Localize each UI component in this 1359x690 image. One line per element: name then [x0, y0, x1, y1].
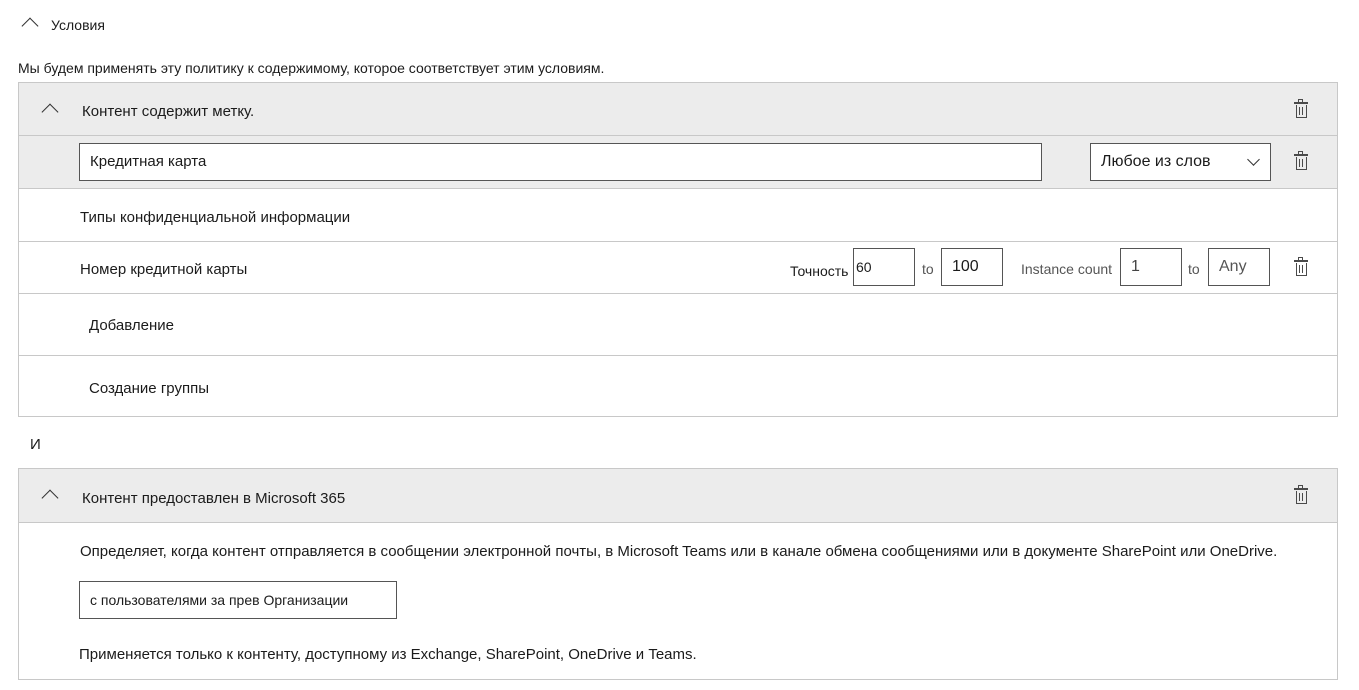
chevron-up-icon: [41, 489, 59, 507]
label-row: Кредитная карта Любое из слов: [19, 136, 1337, 189]
create-group-button[interactable]: Создание группы: [89, 380, 209, 398]
sit-section-row: Типы конфиденциальной информации: [19, 189, 1337, 242]
trash-icon[interactable]: [1294, 99, 1308, 119]
conditions-toggle[interactable]: Условия: [18, 12, 118, 36]
sit-row: Номер кредитной карты Точность 60 to 100…: [19, 242, 1337, 294]
create-group-row: Создание группы: [19, 356, 1337, 416]
condition-group-1: Контент содержит метку. Кредитная карта …: [18, 82, 1338, 417]
condition-group-2: Контент предоставлен в Microsoft 365 Опр…: [18, 468, 1338, 680]
match-select-value: Любое из слов: [1101, 153, 1211, 170]
and-operator: И: [30, 436, 41, 453]
group-1-header: Контент содержит метку.: [19, 83, 1337, 136]
chevron-up-icon: [21, 17, 39, 35]
group-1-title: Контент содержит метку.: [82, 103, 255, 120]
instance-to-input[interactable]: Any: [1208, 248, 1270, 286]
trash-icon[interactable]: [1294, 257, 1308, 277]
sit-name: Номер кредитной карты: [80, 261, 248, 278]
accuracy-to-input[interactable]: 100: [941, 248, 1003, 286]
chevron-down-icon: [1247, 153, 1260, 166]
trash-icon[interactable]: [1294, 485, 1308, 505]
to-label: to: [922, 261, 934, 277]
accuracy-label: Точность: [790, 263, 849, 279]
match-select[interactable]: Любое из слов: [1090, 143, 1271, 181]
group-2-collapse-button[interactable]: [35, 481, 65, 509]
group-2-description: Определяет, когда контент отправляется в…: [80, 543, 1278, 560]
accuracy-from-input[interactable]: 60: [853, 248, 915, 286]
label-input[interactable]: Кредитная карта: [79, 143, 1042, 181]
group-2-title: Контент предоставлен в Microsoft 365: [82, 490, 346, 507]
sit-section-title: Типы конфиденциальной информации: [80, 209, 351, 226]
group-2-note: Применяется только к контенту, доступном…: [79, 646, 697, 663]
conditions-description: Мы будем применять эту политику к содерж…: [18, 60, 605, 76]
trash-icon[interactable]: [1294, 151, 1308, 171]
conditions-title: Условия: [51, 17, 105, 33]
add-row: Добавление: [19, 294, 1337, 356]
scope-select[interactable]: с пользователями за прев Организации: [79, 581, 397, 619]
instance-count-label: Instance count: [1021, 261, 1113, 277]
add-button[interactable]: Добавление: [89, 317, 174, 335]
group-2-header: Контент предоставлен в Microsoft 365: [19, 469, 1337, 523]
to-label: to: [1188, 261, 1200, 277]
instance-from-input[interactable]: 1: [1120, 248, 1182, 286]
group-1-collapse-button[interactable]: [35, 95, 65, 123]
chevron-up-icon: [41, 103, 59, 121]
